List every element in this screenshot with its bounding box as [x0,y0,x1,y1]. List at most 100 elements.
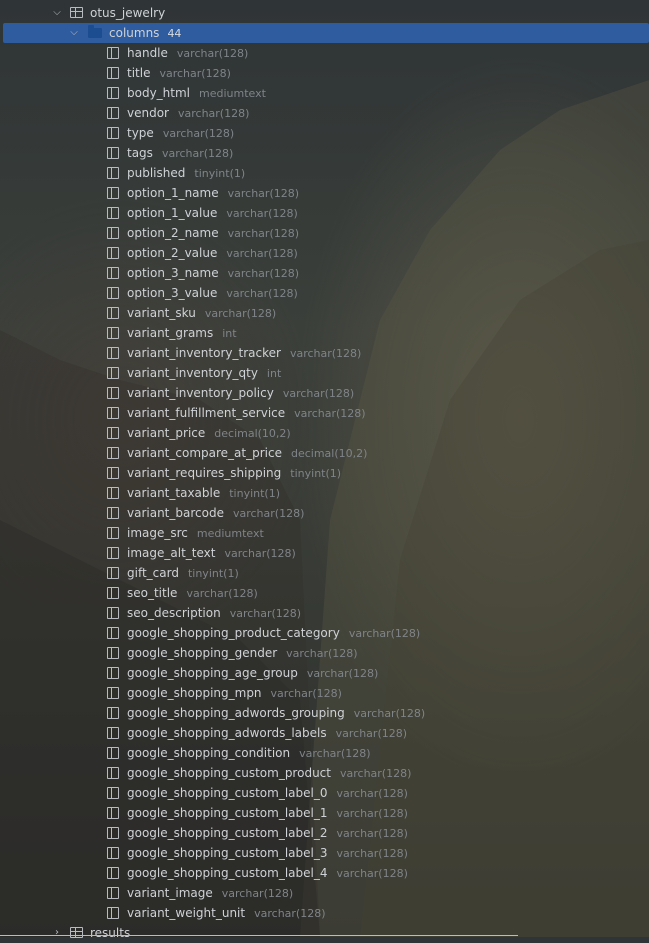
tree-node-column[interactable]: gift_card tinyint(1) [0,563,649,583]
tree-node-column[interactable]: variant_image varchar(128) [0,883,649,903]
tree-node-column[interactable]: body_html mediumtext [0,83,649,103]
tree-node-column[interactable]: variant_taxable tinyint(1) [0,483,649,503]
column-icon [107,527,119,539]
column-name: vendor [127,106,169,120]
column-list: handle varchar(128) title varchar(128) body_… [0,43,649,923]
column-name: google_shopping_condition [127,746,291,760]
tree-node-column[interactable]: google_shopping_adwords_labels varchar(12… [0,723,649,743]
column-type: varchar(128) [227,267,300,280]
column-icon [107,607,119,619]
tree-node-table-otus-jewelry[interactable]: ⌵ otus_jewelry [0,3,649,23]
tree-node-column[interactable]: google_shopping_custom_label_0 varchar(12… [0,783,649,803]
column-name: title [127,66,151,80]
column-icon [107,407,119,419]
tree-node-column[interactable]: google_shopping_gender varchar(128) [0,643,649,663]
tree-node-column[interactable]: variant_inventory_tracker varchar(128) [0,343,649,363]
tree-node-column[interactable]: variant_fulfillment_service varchar(128) [0,403,649,423]
column-icon [107,427,119,439]
column-icon [107,767,119,779]
tree-node-column[interactable]: variant_barcode varchar(128) [0,503,649,523]
tree-node-column[interactable]: google_shopping_adwords_grouping varchar(… [0,703,649,723]
column-type: varchar(128) [227,187,300,200]
tree-node-column[interactable]: title varchar(128) [0,63,649,83]
column-icon [107,727,119,739]
column-name: google_shopping_custom_product [127,766,331,780]
column-name: variant_compare_at_price [127,446,282,460]
column-icon [107,887,119,899]
tree-node-column[interactable]: image_src mediumtext [0,523,649,543]
column-type: varchar(128) [226,247,298,260]
column-icon [107,667,119,679]
column-icon [107,87,119,99]
tree-node-column[interactable]: tags varchar(128) [0,143,649,163]
tree-node-column[interactable]: variant_weight_unit varchar(128) [0,903,649,923]
column-name: option_2_name [127,226,219,240]
tree-node-column[interactable]: option_3_name varchar(128) [0,263,649,283]
column-icon [107,687,119,699]
tree-node-column[interactable]: variant_compare_at_price decimal(10,2) [0,443,649,463]
column-icon [107,207,119,219]
column-type: varchar(128) [204,307,277,320]
tree-node-column[interactable]: type varchar(128) [0,123,649,143]
column-type: varchar(128) [227,227,300,240]
tree-node-column[interactable]: google_shopping_custom_label_1 varchar(12… [0,803,649,823]
tree-node-column[interactable]: google_shopping_mpn varchar(128) [0,683,649,703]
tree-node-column[interactable]: option_2_value varchar(128) [0,243,649,263]
column-name: seo_title [127,586,178,600]
column-name: option_2_value [127,246,218,260]
tree-node-column[interactable]: variant_sku varchar(128) [0,303,649,323]
tree-node-column[interactable]: variant_grams int [0,323,649,343]
column-type: tinyint(1) [290,467,342,480]
column-icon [107,547,119,559]
column-type: varchar(128) [232,507,305,520]
table-name: results [90,926,131,940]
tree-node-column[interactable]: option_1_value varchar(128) [0,203,649,223]
column-type: tinyint(1) [229,487,281,500]
column-icon [107,807,119,819]
tree-node-column[interactable]: published tinyint(1) [0,163,649,183]
tree-node-column[interactable]: image_alt_text varchar(128) [0,543,649,563]
tree-node-column[interactable]: option_1_name varchar(128) [0,183,649,203]
tree-node-column[interactable]: variant_inventory_policy varchar(128) [0,383,649,403]
tree-node-column[interactable]: google_shopping_product_category varchar(… [0,623,649,643]
column-type: varchar(128) [161,147,234,160]
chevron-right-icon[interactable]: › [51,923,63,943]
column-icon [107,347,119,359]
tree-node-column[interactable]: variant_inventory_qty int [0,363,649,383]
column-type: varchar(128) [335,727,408,740]
column-name: option_3_name [127,266,219,280]
column-name: seo_description [127,606,221,620]
column-type: varchar(128) [289,347,362,360]
chevron-down-icon[interactable]: ⌵ [68,23,80,43]
tree-node-column[interactable]: seo_title varchar(128) [0,583,649,603]
tree-node-column[interactable]: variant_requires_shipping tinyint(1) [0,463,649,483]
column-type: varchar(128) [339,767,412,780]
tree-node-columns-folder[interactable]: ⌵ columns 44 [3,23,649,43]
tree-node-column[interactable]: variant_price decimal(10,2) [0,423,649,443]
tree-node-table-results[interactable]: › results [0,923,649,943]
tree-node-column[interactable]: google_shopping_custom_product varchar(12… [0,763,649,783]
column-name: variant_weight_unit [127,906,246,920]
column-name: google_shopping_custom_label_1 [127,806,328,820]
column-name: option_1_name [127,186,219,200]
column-icon [107,867,119,879]
tree-node-column[interactable]: seo_description varchar(128) [0,603,649,623]
column-type: varchar(128) [336,807,408,820]
tree-node-column[interactable]: option_2_name varchar(128) [0,223,649,243]
tree-node-column[interactable]: handle varchar(128) [0,43,649,63]
tree-node-column[interactable]: vendor varchar(128) [0,103,649,123]
column-icon [107,47,119,59]
tree-node-column[interactable]: google_shopping_age_group varchar(128) [0,663,649,683]
tree-node-column[interactable]: google_shopping_custom_label_3 varchar(12… [0,843,649,863]
tree-node-column[interactable]: google_shopping_custom_label_2 varchar(12… [0,823,649,843]
column-name: image_alt_text [127,546,216,560]
column-name: variant_sku [127,306,196,320]
tree-node-column[interactable]: google_shopping_condition varchar(128) [0,743,649,763]
tree-node-column[interactable]: option_3_value varchar(128) [0,283,649,303]
column-icon [107,147,119,159]
column-type: varchar(128) [299,747,371,760]
chevron-down-icon[interactable]: ⌵ [51,3,63,23]
column-icon [107,647,119,659]
tree-node-column[interactable]: google_shopping_custom_label_4 varchar(12… [0,863,649,883]
column-icon [107,587,119,599]
